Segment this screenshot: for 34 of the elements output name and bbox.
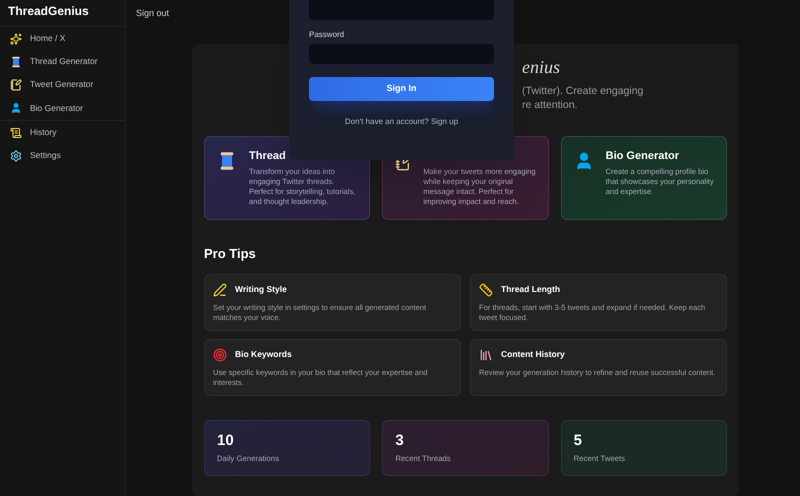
sidebar-item[interactable]: Bio Generator <box>0 96 125 121</box>
stat-value: 5 <box>574 432 583 448</box>
sign-in-button[interactable]: Sign In <box>309 77 494 101</box>
spool-icon <box>10 56 22 68</box>
stat-value: 10 <box>217 432 235 448</box>
sidebar-item[interactable]: Settings <box>0 144 125 167</box>
stat-value: 3 <box>395 432 405 448</box>
sign-out-button[interactable]: Sign out <box>136 7 170 21</box>
pen-icon <box>213 282 227 296</box>
ruler-icon <box>479 282 493 296</box>
password-label: Password <box>309 29 346 41</box>
target-icon <box>213 348 227 362</box>
subtitle-text: re attention. <box>522 98 578 112</box>
page-title: enius <box>522 56 561 78</box>
sparkles-icon <box>10 32 22 44</box>
tip-title: Thread Length <box>501 283 560 296</box>
tip-title: Content History <box>501 348 565 361</box>
sidebar-item[interactable]: History <box>0 121 125 144</box>
password-field[interactable] <box>309 44 494 64</box>
tip-title: Writing Style <box>235 283 287 296</box>
section-heading: Pro Tips <box>204 245 257 263</box>
subtitle-text: (Twitter). Create engaging <box>522 84 644 98</box>
settings-icon <box>10 150 22 162</box>
card-title: Thread <box>249 149 287 163</box>
notebook-pen-icon <box>10 78 22 90</box>
sidebar-item[interactable]: Tweet Generator <box>0 73 125 96</box>
card-title: Bio Generator <box>606 149 680 163</box>
brand-title: ThreadGenius <box>0 0 125 27</box>
user-icon <box>10 102 22 114</box>
sidebar-item[interactable]: Thread Generator <box>0 50 125 73</box>
sidebar-item[interactable]: Home / X <box>0 27 125 50</box>
scroll-icon <box>10 126 22 138</box>
tip-title: Bio Keywords <box>235 348 292 361</box>
signup-prompt: Don't have an account? Sign up <box>344 116 460 128</box>
